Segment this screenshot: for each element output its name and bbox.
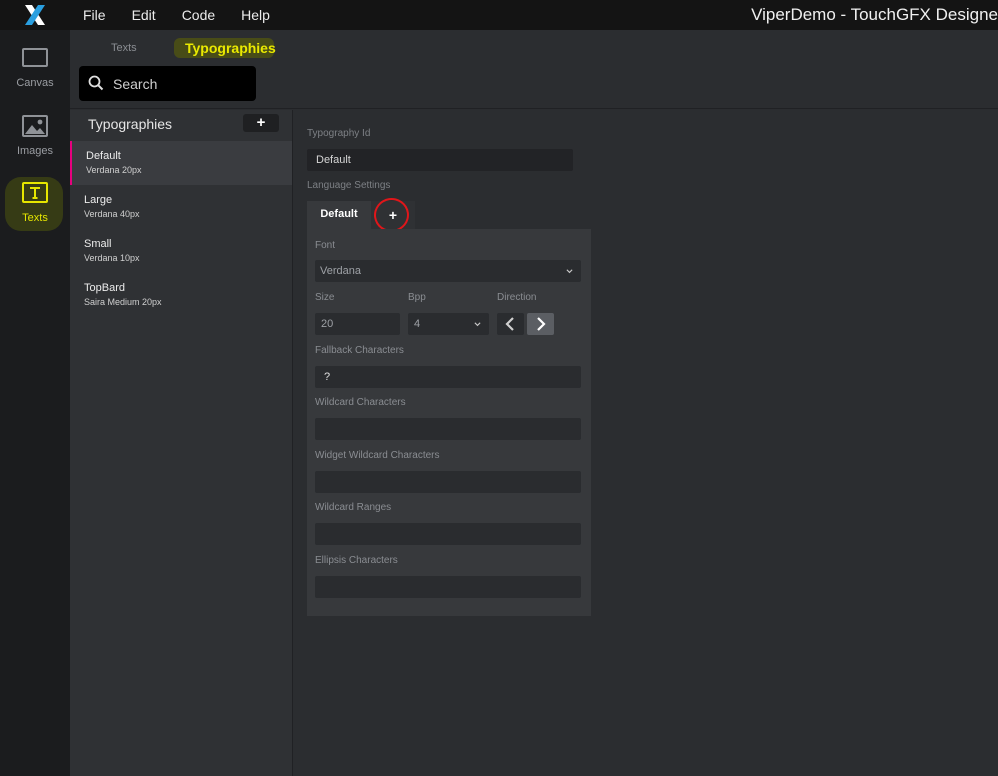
font-label: Font: [315, 240, 336, 251]
wildcard-label: Wildcard Characters: [315, 397, 406, 408]
tab-language-default[interactable]: Default: [307, 201, 371, 229]
typography-name: TopBard: [84, 282, 125, 294]
list-item[interactable]: Small Verdana 10px: [70, 229, 292, 273]
menu-help[interactable]: Help: [228, 0, 283, 30]
search-box: [79, 66, 256, 101]
rail-item-texts[interactable]: Texts: [0, 174, 70, 236]
bpp-value: 4: [414, 318, 421, 330]
typography-name: Large: [84, 194, 113, 206]
font-value: Verdana: [320, 265, 361, 277]
typography-name: Small: [84, 238, 112, 250]
typographies-header: Typographies +: [70, 110, 292, 140]
window-title: ViperDemo - TouchGFX Designe: [751, 5, 998, 24]
sub-header: Texts Typographies: [70, 30, 998, 109]
menu-edit[interactable]: Edit: [119, 0, 169, 30]
typography-name: Default: [86, 150, 121, 162]
bpp-select[interactable]: 4: [408, 313, 489, 335]
chevron-left-icon: [505, 317, 514, 331]
text-icon: [22, 182, 48, 203]
list-item[interactable]: TopBard Saira Medium 20px: [70, 273, 292, 317]
language-settings-panel: Font Verdana Size 20 Bpp 4 Direction Fal…: [307, 229, 591, 616]
wildcard-ranges-field[interactable]: [315, 523, 581, 545]
canvas-icon: [22, 48, 48, 67]
typography-detail: Saira Medium 20px: [84, 297, 162, 307]
font-select[interactable]: Verdana: [315, 260, 581, 282]
chevron-right-icon: [537, 317, 546, 331]
wildcard-field[interactable]: [315, 418, 581, 440]
ellipsis-field[interactable]: [315, 576, 581, 598]
typography-detail: Verdana 20px: [86, 165, 142, 175]
touchgfx-logo: [25, 5, 45, 25]
typography-detail-panel: Typography Id Default Language Settings …: [293, 110, 998, 776]
chevron-down-icon: [566, 269, 573, 274]
menu-bar: File Edit Code Help: [70, 0, 283, 30]
wildcard-ranges-label: Wildcard Ranges: [315, 502, 392, 513]
search-input[interactable]: [113, 74, 248, 94]
typographies-title: Typographies: [88, 116, 173, 132]
list-item[interactable]: Large Verdana 40px: [70, 185, 292, 229]
direction-rtl-button[interactable]: [527, 313, 554, 335]
menu-file[interactable]: File: [70, 0, 119, 30]
image-icon: [22, 115, 48, 137]
typographies-panel: Typographies + Default Verdana 20px Larg…: [70, 110, 292, 776]
search-icon: [88, 75, 104, 91]
chevron-down-icon: [474, 322, 481, 327]
widget-wildcard-label: Widget Wildcard Characters: [315, 450, 440, 461]
fallback-label: Fallback Characters: [315, 345, 404, 356]
rail-label-texts: Texts: [22, 212, 48, 224]
rail-item-images[interactable]: Images: [0, 107, 70, 169]
direction-label: Direction: [497, 292, 537, 303]
language-settings-label: Language Settings: [307, 180, 391, 191]
typography-id-field[interactable]: Default: [307, 149, 573, 171]
fallback-field[interactable]: ?: [315, 366, 581, 388]
bpp-label: Bpp: [408, 292, 426, 303]
typography-detail: Verdana 10px: [84, 253, 140, 263]
typography-id-label: Typography Id: [307, 128, 371, 139]
left-rail: Canvas Images Texts: [0, 30, 70, 776]
title-bar: File Edit Code Help ViperDemo - TouchGFX…: [0, 0, 998, 30]
rail-item-canvas[interactable]: Canvas: [0, 39, 70, 101]
ellipsis-label: Ellipsis Characters: [315, 555, 398, 566]
tab-texts[interactable]: Texts: [111, 42, 137, 54]
rail-label-canvas: Canvas: [16, 77, 54, 89]
widget-wildcard-field[interactable]: [315, 471, 581, 493]
list-item[interactable]: Default Verdana 20px: [70, 141, 292, 185]
menu-code[interactable]: Code: [169, 0, 228, 30]
rail-label-images: Images: [16, 145, 54, 157]
add-typography-button[interactable]: +: [243, 114, 279, 132]
tab-typographies[interactable]: Typographies: [185, 40, 276, 56]
size-field[interactable]: 20: [315, 313, 400, 335]
direction-ltr-button[interactable]: [497, 313, 524, 335]
typography-detail: Verdana 40px: [84, 209, 140, 219]
size-label: Size: [315, 292, 335, 303]
